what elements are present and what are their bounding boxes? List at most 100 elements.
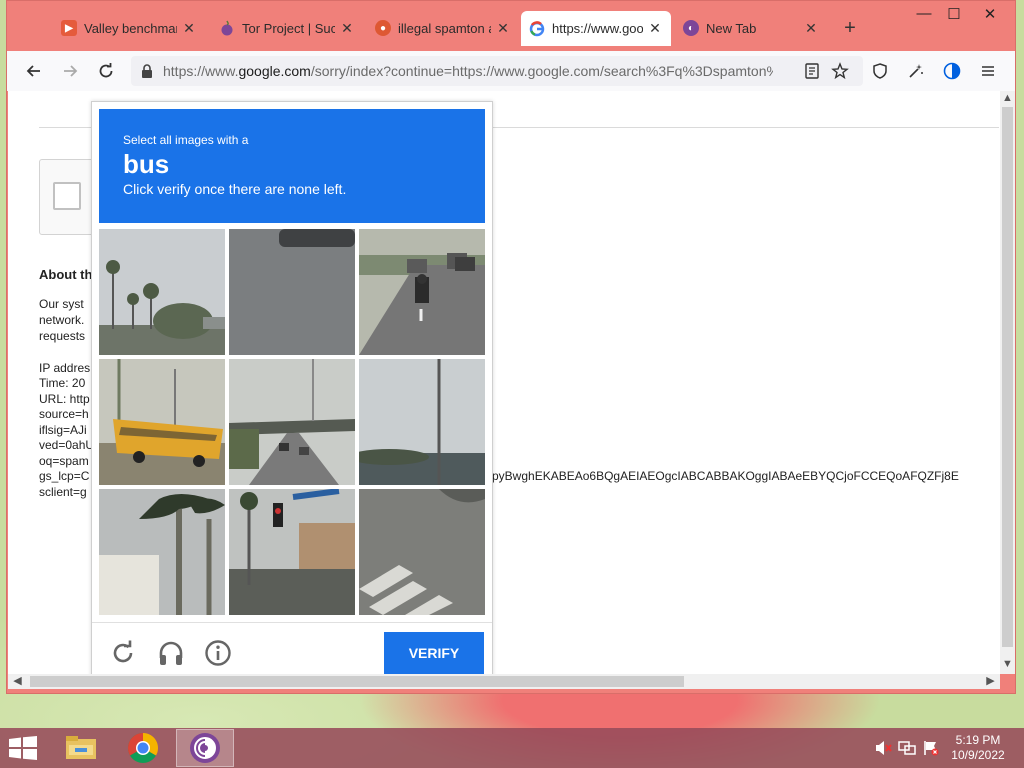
tab-title: Tor Project | Succe: [242, 20, 335, 36]
windows-start-icon[interactable]: [8, 736, 38, 760]
reload-button[interactable]: [93, 59, 119, 83]
captcha-target: bus: [123, 149, 170, 179]
refresh-challenge-icon[interactable]: [108, 638, 138, 668]
tab-valley-benchmark[interactable]: ▶ Valley benchmark ✕: [53, 10, 205, 46]
arrow-left-icon: [26, 65, 40, 77]
hamburger-menu-icon: [982, 66, 994, 76]
taskbar-chrome[interactable]: [114, 729, 172, 767]
clock-date: 10/9/2022: [951, 748, 1005, 762]
not-a-robot-checkbox[interactable]: [53, 182, 81, 210]
reader-view-icon[interactable]: [803, 62, 821, 80]
captcha-image-grid: [99, 229, 487, 617]
captcha-tile-4[interactable]: [99, 359, 225, 485]
network-icon[interactable]: [898, 740, 916, 756]
lock-icon[interactable]: [139, 63, 155, 79]
scroll-left-icon[interactable]: ◀: [10, 674, 25, 687]
info-line: URL: http: [39, 392, 90, 406]
vertical-scrollbar[interactable]: ▲ ▼: [1000, 91, 1015, 674]
tab-new-tab[interactable]: ◐ New Tab ✕: [675, 10, 827, 46]
duckduckgo-icon: ●: [375, 20, 391, 36]
shield-button[interactable]: [867, 59, 893, 83]
action-center-flag-icon[interactable]: [922, 740, 940, 756]
maximize-button[interactable]: ☐: [939, 5, 969, 23]
captcha-instruction: Select all images with a: [123, 133, 249, 147]
url-prefix: https://www.: [163, 63, 239, 79]
info-line: sclient=g: [39, 485, 87, 499]
back-button[interactable]: [21, 59, 47, 83]
captcha-tile-5[interactable]: [229, 359, 355, 485]
captcha-challenge: Select all images with a bus Click verif…: [91, 101, 493, 674]
taskbar-file-explorer[interactable]: [52, 729, 110, 767]
tab-title: https://www.goog: [552, 21, 643, 36]
body-line: Our syst: [39, 297, 84, 311]
tor-onion-icon: [219, 20, 235, 36]
gs-lcp-fragment: pyBwghEKABEAo6BQgAEIAEOgcIABCABBAKOggIAB…: [492, 469, 959, 483]
body-line: network.: [39, 313, 85, 327]
info-line: ved=0ahU: [39, 438, 95, 452]
tab-google-sorry[interactable]: https://www.goog ✕: [521, 11, 671, 46]
info-line: source=h: [39, 407, 89, 421]
bookmark-star-icon[interactable]: [831, 62, 849, 80]
speaker-muted-icon[interactable]: [874, 740, 892, 756]
info-icon[interactable]: [203, 638, 233, 668]
captcha-tile-6[interactable]: [359, 359, 485, 485]
about-heading: About th: [39, 267, 93, 282]
tab-illegal-spamton[interactable]: ● illegal spamton at ✕: [367, 10, 519, 46]
captcha-tile-7[interactable]: [99, 489, 225, 615]
scroll-thumb[interactable]: [1002, 107, 1013, 647]
close-icon[interactable]: ✕: [803, 20, 819, 37]
captcha-tile-2[interactable]: [229, 229, 355, 355]
info-line: iflsig=AJi: [39, 423, 87, 437]
info-line: oq=spam: [39, 454, 89, 468]
scroll-down-icon[interactable]: ▼: [1000, 658, 1015, 670]
file-explorer-icon: [66, 736, 96, 759]
tor-circle-icon: [943, 62, 961, 80]
taskbar-tor-browser[interactable]: [176, 729, 234, 767]
address-bar[interactable]: https://www.google.com/sorry/index?conti…: [131, 56, 863, 86]
clock-time: 5:19 PM: [955, 733, 1001, 747]
verify-button[interactable]: VERIFY: [384, 632, 484, 674]
tab-title: Valley benchmark: [84, 20, 177, 36]
info-line: IP addres: [39, 361, 91, 375]
scroll-up-icon[interactable]: ▲: [1000, 92, 1015, 104]
horizontal-scrollbar[interactable]: ◀ ▶: [8, 674, 1000, 689]
scroll-thumb[interactable]: [30, 676, 684, 687]
new-tab-button[interactable]: +: [839, 17, 861, 39]
google-g-icon: [529, 20, 545, 37]
circuit-button[interactable]: [903, 59, 929, 83]
body-line: requests: [39, 329, 86, 343]
footer-divider: [92, 622, 492, 623]
taskbar-clock[interactable]: 5:19 PM 10/9/2022: [946, 733, 1010, 763]
headphones-audio-icon[interactable]: [156, 638, 186, 668]
close-icon[interactable]: ✕: [647, 20, 663, 37]
captcha-tile-9[interactable]: [359, 489, 485, 615]
menu-button[interactable]: [975, 59, 1001, 83]
captcha-tile-3[interactable]: [359, 229, 485, 355]
close-window-button[interactable]: ✕: [975, 5, 1005, 23]
scroll-right-icon[interactable]: ▶: [983, 674, 998, 687]
video-presentation-icon: ▶: [61, 20, 77, 36]
close-icon[interactable]: ✕: [339, 20, 355, 37]
magic-broom-icon: [909, 64, 923, 78]
tor-browser-icon: ◐: [683, 20, 699, 36]
captcha-tile-8[interactable]: [229, 489, 355, 615]
info-line: gs_lcp=C: [39, 469, 90, 483]
url-text[interactable]: https://www.google.com/sorry/index?conti…: [163, 63, 773, 79]
minimize-button[interactable]: —: [909, 5, 939, 22]
navigation-toolbar: https://www.google.com/sorry/index?conti…: [7, 51, 1015, 91]
tab-tor-project[interactable]: Tor Project | Succe ✕: [211, 10, 363, 46]
tab-strip: ▶ Valley benchmark ✕ Tor Project | Succe…: [7, 1, 1017, 51]
close-icon[interactable]: ✕: [181, 20, 197, 37]
chrome-icon: [127, 733, 159, 764]
close-icon[interactable]: ✕: [495, 20, 511, 37]
reload-icon: [99, 63, 113, 78]
captcha-tile-1[interactable]: [99, 229, 225, 355]
arrow-right-icon: [64, 65, 78, 77]
tab-title: illegal spamton at: [398, 20, 491, 36]
captcha-header: Select all images with a bus Click verif…: [99, 109, 485, 223]
taskbar: 5:19 PM 10/9/2022: [0, 728, 1024, 768]
forward-button[interactable]: [57, 59, 83, 83]
url-host: google.com: [238, 63, 311, 79]
tor-security-button[interactable]: [939, 59, 965, 83]
url-path: /sorry/index?continue=https://www.google…: [310, 63, 773, 79]
